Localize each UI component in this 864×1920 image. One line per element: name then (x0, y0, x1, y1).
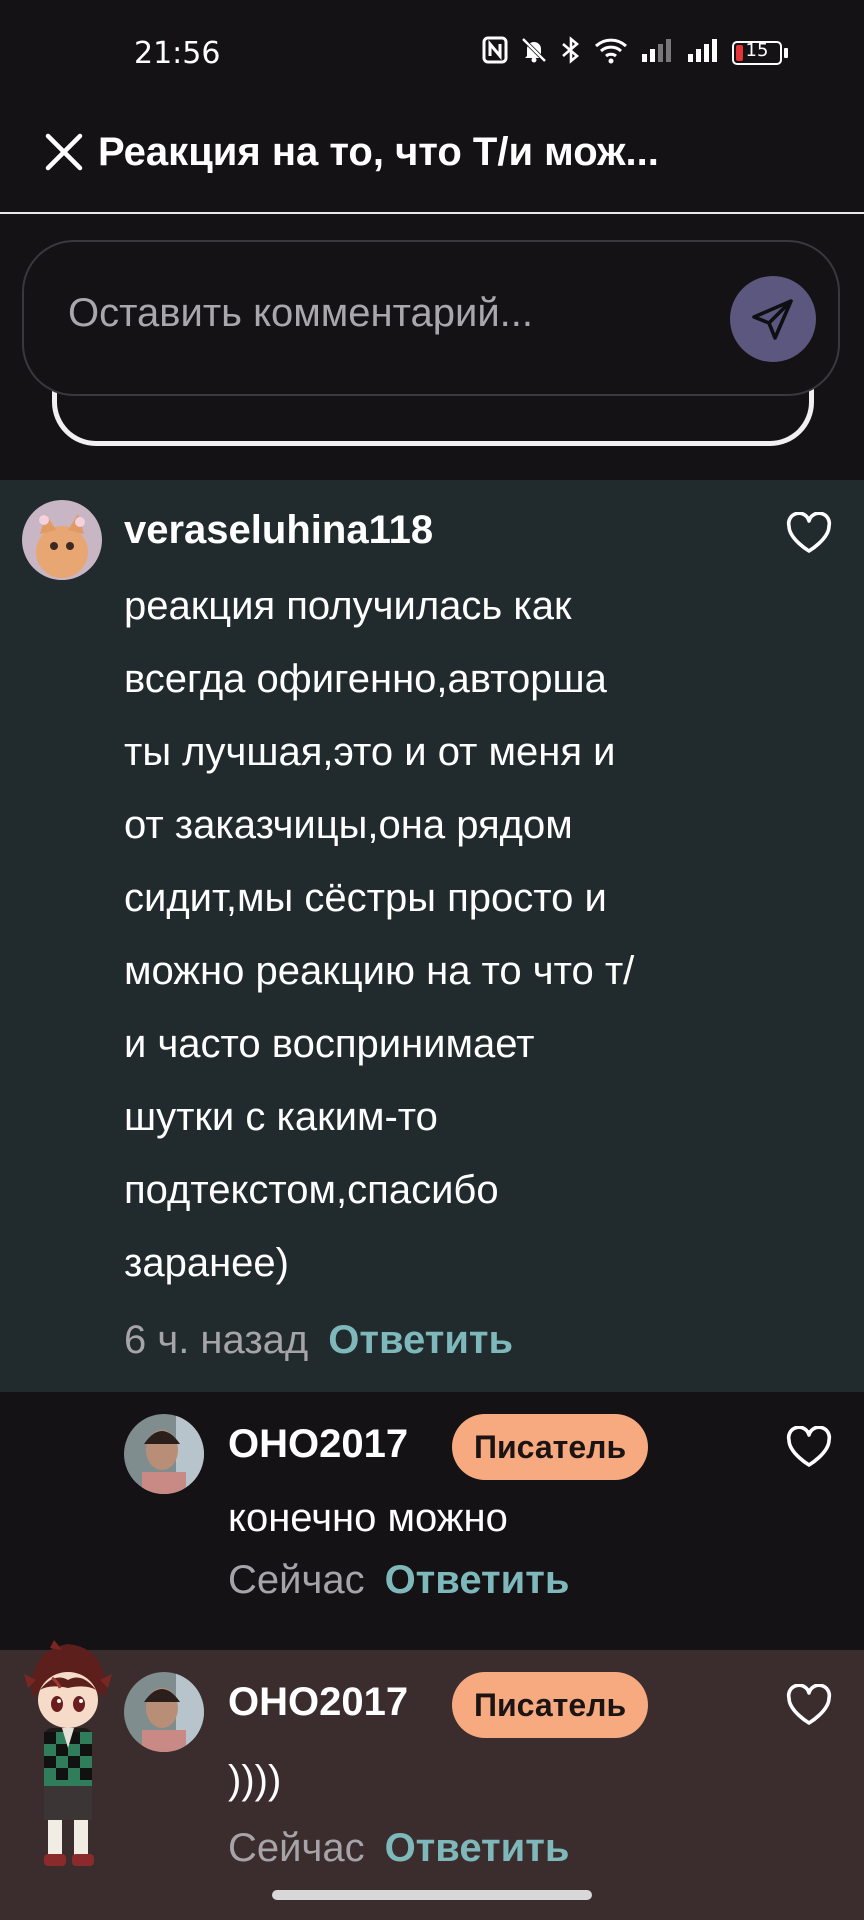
avatar[interactable] (124, 1672, 204, 1752)
comment-text: реакция получилась как всегда офигенно,а… (124, 584, 635, 1285)
send-icon (752, 299, 793, 340)
comment-composer (22, 240, 840, 396)
writer-badge: Писатель (452, 1672, 649, 1738)
reply-button[interactable]: Ответить (385, 1826, 570, 1870)
comment-time: 6 ч. назад (124, 1318, 309, 1362)
mute-icon (520, 36, 548, 69)
comment-meta: Сейчас Ответить (228, 1558, 569, 1603)
comment-username[interactable]: OHO2017 (228, 1422, 408, 1467)
send-button[interactable] (730, 276, 816, 362)
signal-icon (640, 36, 674, 69)
battery-level-text: 15 (745, 39, 769, 61)
reply-button[interactable]: Ответить (328, 1318, 513, 1362)
like-icon[interactable] (786, 1426, 832, 1468)
status-time: 21:56 (134, 36, 221, 71)
reply-item: OHO2017 Писатель )))) Сейчас Ответить (0, 1650, 864, 1920)
comment-time: Сейчас (228, 1558, 365, 1602)
comment-input[interactable] (66, 290, 690, 337)
status-bar: 21:56 15 (0, 0, 864, 110)
reply-item: OHO2017 Писатель конечно можно Сейчас Отв… (0, 1392, 864, 1650)
comment-text: )))) (228, 1758, 282, 1802)
comment-text: конечно можно (228, 1496, 508, 1540)
close-button[interactable] (42, 130, 86, 174)
wifi-icon (594, 36, 628, 69)
avatar[interactable] (22, 500, 102, 580)
battery-icon: 15 (732, 39, 788, 65)
signal-icon (686, 36, 720, 69)
comment-username[interactable]: OHO2017 (228, 1680, 408, 1725)
avatar[interactable] (124, 1414, 204, 1494)
reply-button[interactable]: Ответить (385, 1558, 570, 1602)
writer-badge: Писатель (452, 1414, 649, 1480)
like-icon[interactable] (786, 1684, 832, 1726)
comment-username[interactable]: veraseluhina118 (124, 508, 433, 553)
comment-time: Сейчас (228, 1826, 365, 1870)
comment-meta: 6 ч. назад Ответить (124, 1318, 513, 1363)
page-title: Реакция на то, что Т/и мож... (98, 130, 659, 174)
status-icons: 15 (482, 36, 788, 69)
comment-meta: Сейчас Ответить (228, 1826, 569, 1871)
close-icon (45, 133, 83, 171)
like-icon[interactable] (786, 512, 832, 554)
chibi-sticker (24, 1640, 112, 1866)
home-indicator[interactable] (272, 1890, 592, 1900)
nfc-icon (482, 36, 508, 69)
header: Реакция на то, что Т/и мож... (0, 110, 864, 214)
bluetooth-icon (560, 36, 582, 69)
comment-item: veraseluhina118 реакция получилась как в… (0, 480, 864, 1392)
